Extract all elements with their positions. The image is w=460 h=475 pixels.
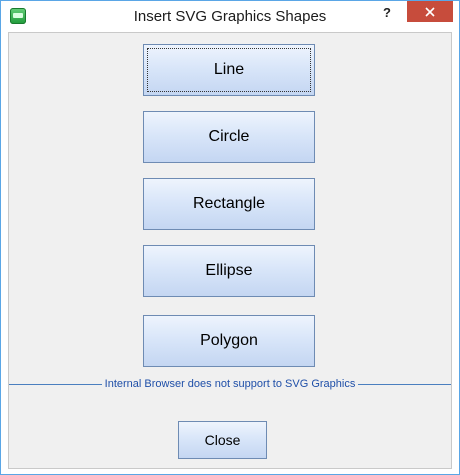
title-bar: Insert SVG Graphics Shapes ?: [1, 1, 459, 32]
line-button[interactable]: Line: [143, 44, 315, 96]
close-x-icon: [425, 6, 435, 17]
browser-notice-text: Internal Browser does not support to SVG…: [101, 378, 359, 390]
ellipse-button[interactable]: Ellipse: [143, 245, 315, 297]
rectangle-button[interactable]: Rectangle: [143, 178, 315, 230]
window-close-button[interactable]: [407, 1, 453, 22]
close-button[interactable]: Close: [178, 421, 267, 459]
help-button[interactable]: ?: [374, 1, 400, 24]
browser-notice: Internal Browser does not support to SVG…: [9, 377, 451, 391]
dialog-content: Line Circle Rectangle Ellipse Polygon In…: [8, 32, 452, 469]
circle-button[interactable]: Circle: [143, 111, 315, 163]
dialog-window: Insert SVG Graphics Shapes ? Line Circle…: [0, 0, 460, 475]
polygon-button[interactable]: Polygon: [143, 315, 315, 367]
